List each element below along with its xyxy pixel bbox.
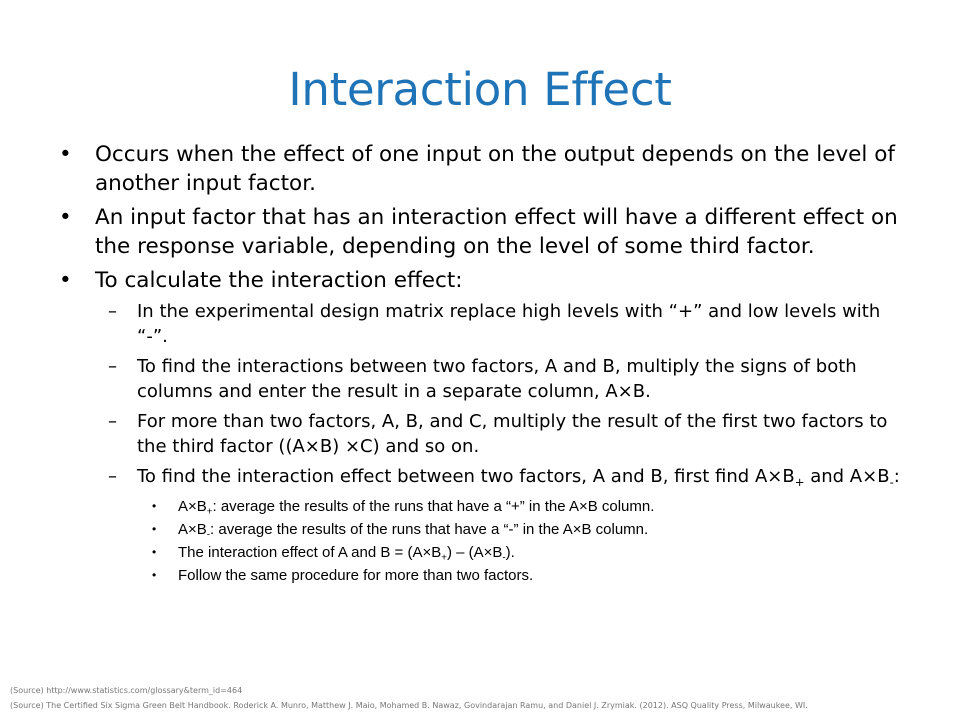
sub-sub-bullet-4: • Follow the same procedure for more tha… <box>152 565 916 586</box>
slide-content: • Occurs when the effect of one input on… <box>56 140 916 588</box>
bullet-1: • Occurs when the effect of one input on… <box>56 140 916 198</box>
source-citation-url: (Source) http://www.statistics.com/gloss… <box>10 686 243 695</box>
sub-sub-bullet-text: The interaction effect of A and B = (A×B… <box>178 543 515 563</box>
sub-sub-bullet-3: • The interaction effect of A and B = (A… <box>152 542 916 563</box>
small-dot-icon: • <box>152 544 157 559</box>
bullet-dot-icon: • <box>59 205 72 230</box>
dash-bullet-icon: – <box>108 301 117 322</box>
sub-bullet-1: – In the experimental design matrix repl… <box>108 300 916 349</box>
sub-bullet-4: – To find the interaction effect between… <box>108 465 916 490</box>
sub-bullet-3: – For more than two factors, A, B, and C… <box>108 410 916 459</box>
sub-sub-bullet-1: • A×B+: average the results of the runs … <box>152 496 916 517</box>
source-citation-book: (Source) The Certified Six Sigma Green B… <box>10 701 808 710</box>
small-dot-icon: • <box>152 567 157 582</box>
bullet-dot-icon: • <box>59 142 72 167</box>
bullet-text: An input factor that has an interaction … <box>95 205 898 259</box>
bullet-2: • An input factor that has an interactio… <box>56 203 916 261</box>
slide-title: Interaction Effect <box>288 63 672 116</box>
dash-bullet-icon: – <box>108 466 117 487</box>
small-dot-icon: • <box>152 521 157 536</box>
dash-bullet-icon: – <box>108 411 117 432</box>
dash-bullet-icon: – <box>108 356 117 377</box>
bullet-text: To calculate the interaction effect: <box>95 268 463 293</box>
sub-sub-bullet-text: A×B+: average the results of the runs th… <box>178 497 655 517</box>
sub-bullet-text: To find the interactions between two fac… <box>137 356 857 402</box>
sub-sub-bullet-text: Follow the same procedure for more than … <box>178 566 534 584</box>
sub-bullet-2: – To find the interactions between two f… <box>108 355 916 404</box>
bullet-dot-icon: • <box>59 268 72 293</box>
sub-bullet-text: For more than two factors, A, B, and C, … <box>137 411 888 457</box>
sub-bullet-text: To find the interaction effect between t… <box>137 466 900 490</box>
bullet-text: Occurs when the effect of one input on t… <box>95 142 895 196</box>
sub-sub-bullet-2: • A×B-: average the results of the runs … <box>152 519 916 540</box>
bullet-3: • To calculate the interaction effect: <box>56 266 916 295</box>
slide: Interaction Effect • Occurs when the eff… <box>0 0 960 720</box>
sub-sub-bullet-text: A×B-: average the results of the runs th… <box>178 520 649 540</box>
sub-bullet-text: In the experimental design matrix replac… <box>137 301 881 347</box>
small-dot-icon: • <box>152 498 157 513</box>
